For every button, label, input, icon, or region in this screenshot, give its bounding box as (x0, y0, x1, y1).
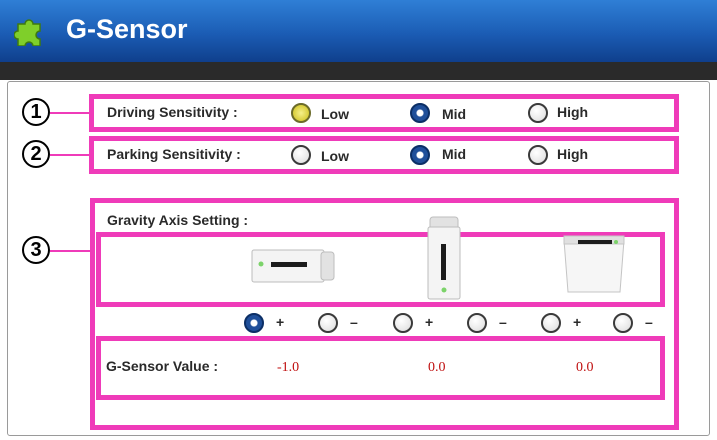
parking-low-radio[interactable] (291, 145, 311, 165)
driving-mid-label: Mid (442, 106, 467, 122)
marker-3-leader (50, 250, 94, 252)
parking-high-radio[interactable] (528, 145, 548, 165)
marker-3: 3 (22, 236, 50, 264)
axis3-plus-label: + (573, 314, 582, 330)
axis1-plus-radio[interactable] (244, 313, 264, 333)
marker-2-leader (50, 154, 92, 156)
axis1-minus-label: – (350, 314, 358, 330)
parking-mid-radio[interactable] (410, 145, 430, 165)
driving-high-radio[interactable] (528, 103, 548, 123)
axis1-minus-radio[interactable] (318, 313, 338, 333)
gsensor-value-x: -1.0 (277, 360, 300, 375)
title-bar: G-Sensor (0, 0, 717, 62)
gsensor-value-y: 0.0 (428, 360, 446, 375)
parking-low-label: Low (321, 148, 349, 164)
axis2-minus-radio[interactable] (467, 313, 487, 333)
parking-mid-label: Mid (442, 146, 467, 162)
driving-mid-radio[interactable] (410, 103, 430, 123)
device-vertical-icon (427, 216, 461, 300)
gsensor-value-z: 0.0 (576, 360, 594, 375)
marker-2: 2 (22, 140, 50, 168)
device-horizontal-icon (251, 249, 335, 283)
axis3-plus-radio[interactable] (541, 313, 561, 333)
axis1-plus-label: + (276, 314, 285, 330)
gsensor-value-label: G-Sensor Value : (106, 358, 219, 374)
marker-1: 1 (22, 98, 50, 126)
gravity-axis-label: Gravity Axis Setting : (107, 212, 249, 228)
driving-high-label: High (557, 104, 589, 120)
axis3-minus-radio[interactable] (613, 313, 633, 333)
puzzle-icon (14, 19, 41, 46)
driving-sensitivity-label: Driving Sensitivity : (107, 104, 238, 120)
axis2-minus-label: – (499, 314, 507, 330)
axis3-minus-label: – (645, 314, 653, 330)
driving-low-label: Low (321, 106, 349, 122)
marker-1-leader (50, 112, 92, 114)
title-shadow-bar (0, 62, 717, 80)
parking-high-label: High (557, 146, 589, 162)
parking-sensitivity-label: Parking Sensitivity : (107, 146, 241, 162)
axis2-plus-radio[interactable] (393, 313, 413, 333)
axis2-plus-label: + (425, 314, 434, 330)
driving-low-radio[interactable] (291, 103, 311, 123)
window-title: G-Sensor (66, 14, 188, 44)
device-flat-icon (563, 235, 625, 293)
